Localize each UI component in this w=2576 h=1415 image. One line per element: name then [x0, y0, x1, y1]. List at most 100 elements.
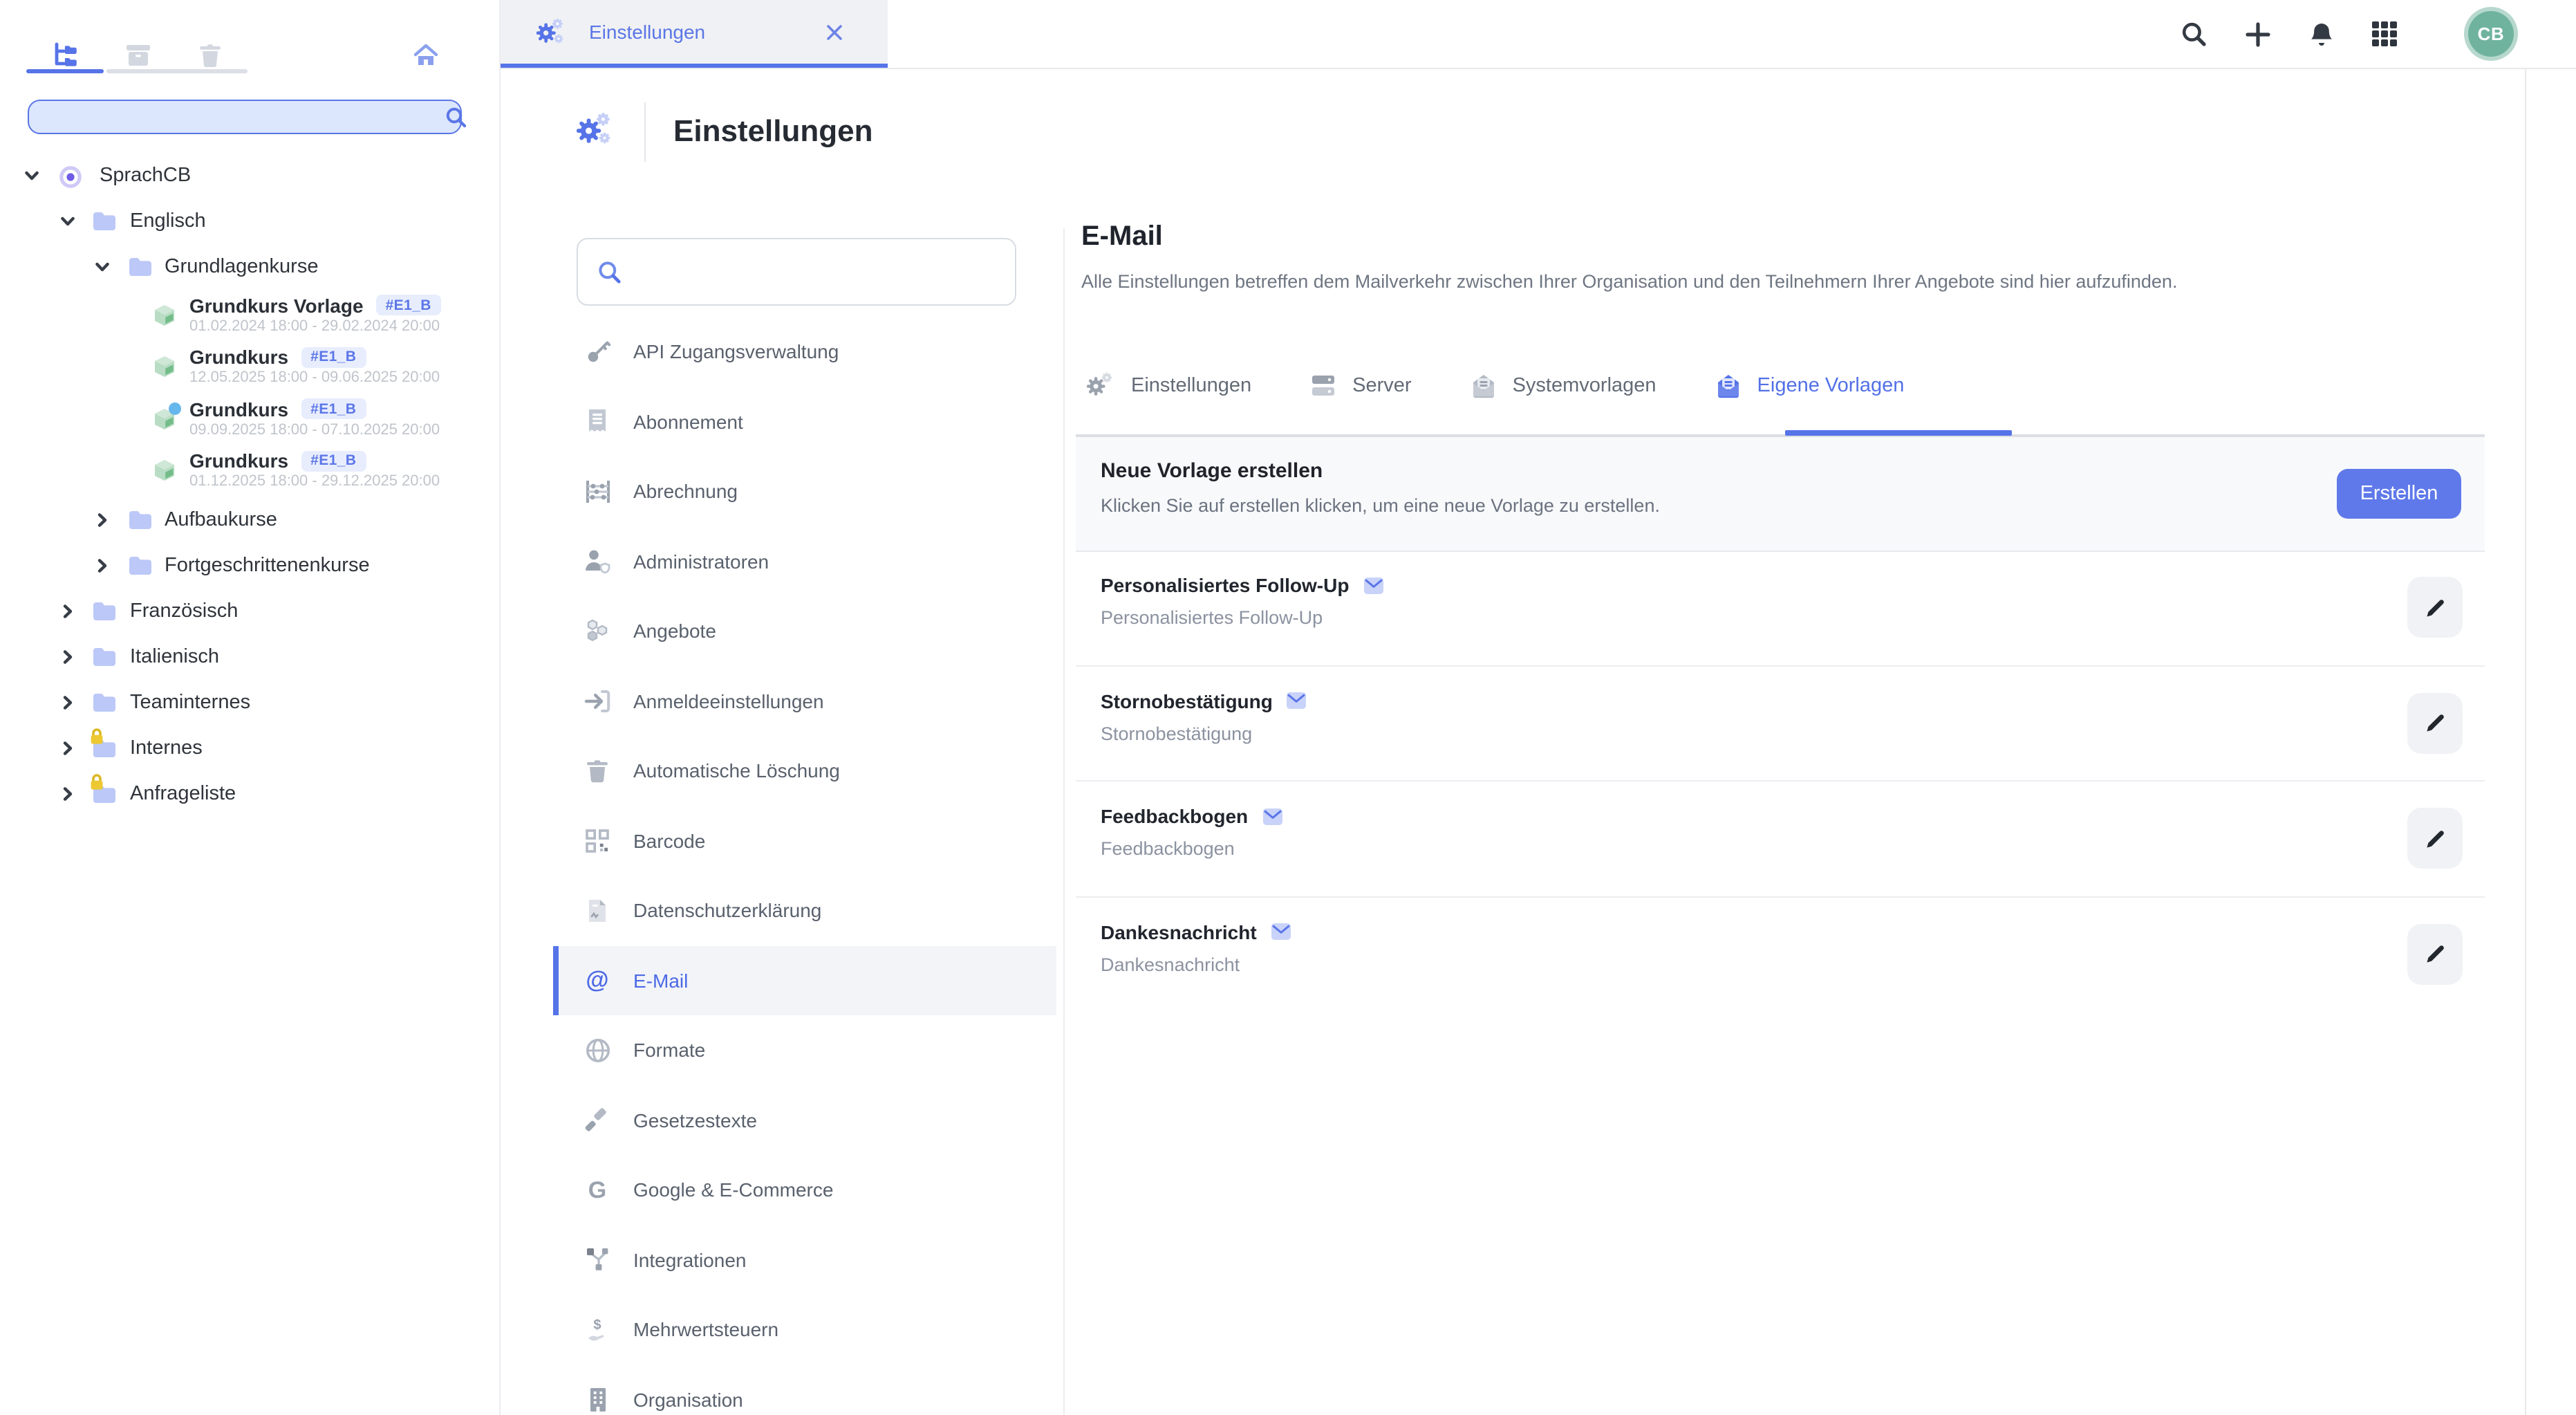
chevron-right-icon[interactable] [59, 739, 76, 756]
template-name: Personalisiertes Follow-Up [1101, 574, 1349, 596]
edit-button[interactable] [2407, 808, 2463, 869]
chevron-down-icon[interactable] [59, 212, 76, 229]
tree-item-label: Italienisch [130, 645, 219, 667]
login-icon [584, 687, 611, 715]
tree-item-sprachcb[interactable]: SprachCB [0, 152, 499, 198]
template-row-dankesnachricht[interactable]: Dankesnachricht Dankesnachricht [1076, 897, 2485, 1011]
tab-einstellungen[interactable]: Einstellungen [1087, 372, 1251, 398]
nav-item-integrationen[interactable]: Integrationen [553, 1225, 1056, 1295]
tab-label: Server [1352, 374, 1411, 396]
nav-item-barcode[interactable]: Barcode [553, 806, 1056, 876]
nav-item-datenschutzerklaerung[interactable]: Datenschutzerklärung [553, 876, 1056, 945]
trash-icon[interactable] [196, 41, 224, 69]
course-badge: #E1_B [301, 399, 366, 420]
chevron-right-icon[interactable] [59, 785, 76, 802]
settings-search-input[interactable] [633, 249, 998, 296]
course-title: Grundkurs Vorlage [189, 295, 364, 317]
google-g-icon: G [584, 1176, 611, 1204]
tree-item-course[interactable]: Grundkurs#E1_B 12.05.2025 18:00 - 09.06.… [0, 341, 499, 393]
envelope-icon [1287, 692, 1307, 710]
chevron-right-icon[interactable] [59, 694, 76, 710]
tree-item-englisch[interactable]: Englisch [0, 198, 499, 243]
template-row-stornobestaetigung[interactable]: Stornobestätigung Stornobestätigung [1076, 666, 2485, 782]
building-icon [584, 1386, 611, 1414]
tab-server[interactable]: Server [1309, 371, 1411, 399]
tree-item-grundlagenkurse[interactable]: Grundlagenkurse [0, 243, 499, 289]
at-icon: @ [584, 967, 611, 995]
settings-gears-icon [536, 18, 567, 46]
tree-item-internes[interactable]: Internes [0, 725, 499, 770]
pencil-icon [2423, 942, 2447, 965]
tree-item-franzoesisch[interactable]: Französisch [0, 588, 499, 633]
nav-item-google-ecommerce[interactable]: G Google & E-Commerce [553, 1155, 1056, 1225]
radio-target-icon [58, 164, 84, 186]
tree-item-label: SprachCB [100, 164, 191, 186]
chevron-right-icon[interactable] [94, 511, 111, 528]
nav-item-automatische-loeschung[interactable]: Automatische Löschung [553, 736, 1056, 806]
course-tree: SprachCB Englisch Grundlagenkurse [0, 152, 499, 816]
envelope-icon [1363, 576, 1383, 594]
tree-item-italienisch[interactable]: Italienisch [0, 633, 499, 679]
qr-code-icon [584, 827, 611, 855]
tab-eigene-vorlagen[interactable]: Eigene Vorlagen [1715, 371, 1905, 400]
column-divider [1063, 228, 1065, 1415]
course-cube-icon [152, 407, 177, 432]
tree-item-anfrageliste[interactable]: Anfrageliste [0, 770, 499, 816]
nav-item-mehrwertsteuern[interactable]: $ Mehrwertsteuern [553, 1295, 1056, 1365]
tree-item-aufbaukurse[interactable]: Aufbaukurse [0, 497, 499, 542]
tree-item-fortgeschrittenenkurse[interactable]: Fortgeschrittenenkurse [0, 542, 499, 588]
template-row-personalisiertes-follow-up[interactable]: Personalisiertes Follow-Up Personalisier… [1076, 551, 2485, 666]
tab-einstellungen[interactable]: Einstellungen [501, 0, 888, 68]
nav-item-anmeldeeinstellungen[interactable]: Anmeldeeinstellungen [553, 666, 1056, 736]
nav-item-label: Formate [633, 1039, 705, 1062]
bell-icon[interactable] [2308, 21, 2335, 48]
home-icon[interactable] [412, 41, 440, 69]
chevron-right-icon[interactable] [59, 648, 76, 665]
nav-item-label: Administratoren [633, 551, 769, 573]
create-button[interactable]: Erstellen [2337, 468, 2461, 518]
folder-icon [91, 600, 118, 622]
nav-item-abonnement[interactable]: Abonnement [553, 387, 1056, 456]
template-description: Dankesnachricht [1101, 954, 1240, 974]
edit-button[interactable] [2407, 923, 2463, 984]
chevron-right-icon[interactable] [94, 557, 111, 573]
nav-item-organisation[interactable]: Organisation [553, 1365, 1056, 1415]
chevron-down-icon[interactable] [24, 167, 40, 183]
chevron-right-icon[interactable] [59, 602, 76, 619]
sidebar-search-input[interactable] [28, 100, 462, 134]
template-description: Feedbackbogen [1101, 838, 1235, 859]
close-icon[interactable] [825, 23, 843, 41]
tab-systemvorlagen[interactable]: Systemvorlagen [1470, 371, 1656, 400]
avatar[interactable]: CB [2464, 7, 2518, 61]
search-icon[interactable] [2181, 21, 2208, 48]
template-row-feedbackbogen[interactable]: Feedbackbogen Feedbackbogen [1076, 782, 2485, 897]
tree-item-course[interactable]: Grundkurs Vorlage#E1_B 01.02.2024 18:00 … [0, 289, 499, 341]
sidebar: SprachCB Englisch Grundlagenkurse [0, 0, 501, 1415]
nav-item-abrechnung[interactable]: Abrechnung [553, 456, 1056, 526]
tree-item-course[interactable]: Grundkurs#E1_B 09.09.2025 18:00 - 07.10.… [0, 393, 499, 445]
trash-icon [584, 757, 611, 785]
archive-icon[interactable] [124, 41, 152, 69]
nav-item-administratoren[interactable]: Administratoren [553, 526, 1056, 596]
nav-item-email[interactable]: @ E-Mail [553, 945, 1056, 1015]
template-list: Personalisiertes Follow-Up Personalisier… [1076, 551, 2485, 1011]
tree-item-teaminternes[interactable]: Teaminternes [0, 679, 499, 725]
nav-item-gesetzestexte[interactable]: Gesetzestexte [553, 1085, 1056, 1155]
server-icon [1309, 371, 1337, 399]
tree-item-course[interactable]: Grundkurs#E1_B 01.12.2025 18:00 - 29.12.… [0, 445, 499, 497]
edit-button[interactable] [2407, 577, 2463, 638]
grid-icon[interactable] [2371, 21, 2399, 48]
course-title: Grundkurs [189, 346, 288, 369]
chevron-down-icon[interactable] [94, 258, 111, 275]
tab-label: Eigene Vorlagen [1757, 374, 1905, 396]
lock-icon [88, 773, 105, 797]
plus-icon[interactable] [2244, 21, 2272, 48]
nav-item-formate[interactable]: Formate [553, 1015, 1056, 1085]
cubes-icon [584, 618, 611, 645]
tax-hand-icon: $ [584, 1316, 611, 1344]
edit-button[interactable] [2407, 692, 2463, 753]
nav-item-api-zugangsverwaltung[interactable]: API Zugangsverwaltung [553, 317, 1056, 387]
folder-tree-icon[interactable] [51, 41, 79, 69]
nav-item-angebote[interactable]: Angebote [553, 596, 1056, 666]
search-icon[interactable] [445, 107, 467, 129]
